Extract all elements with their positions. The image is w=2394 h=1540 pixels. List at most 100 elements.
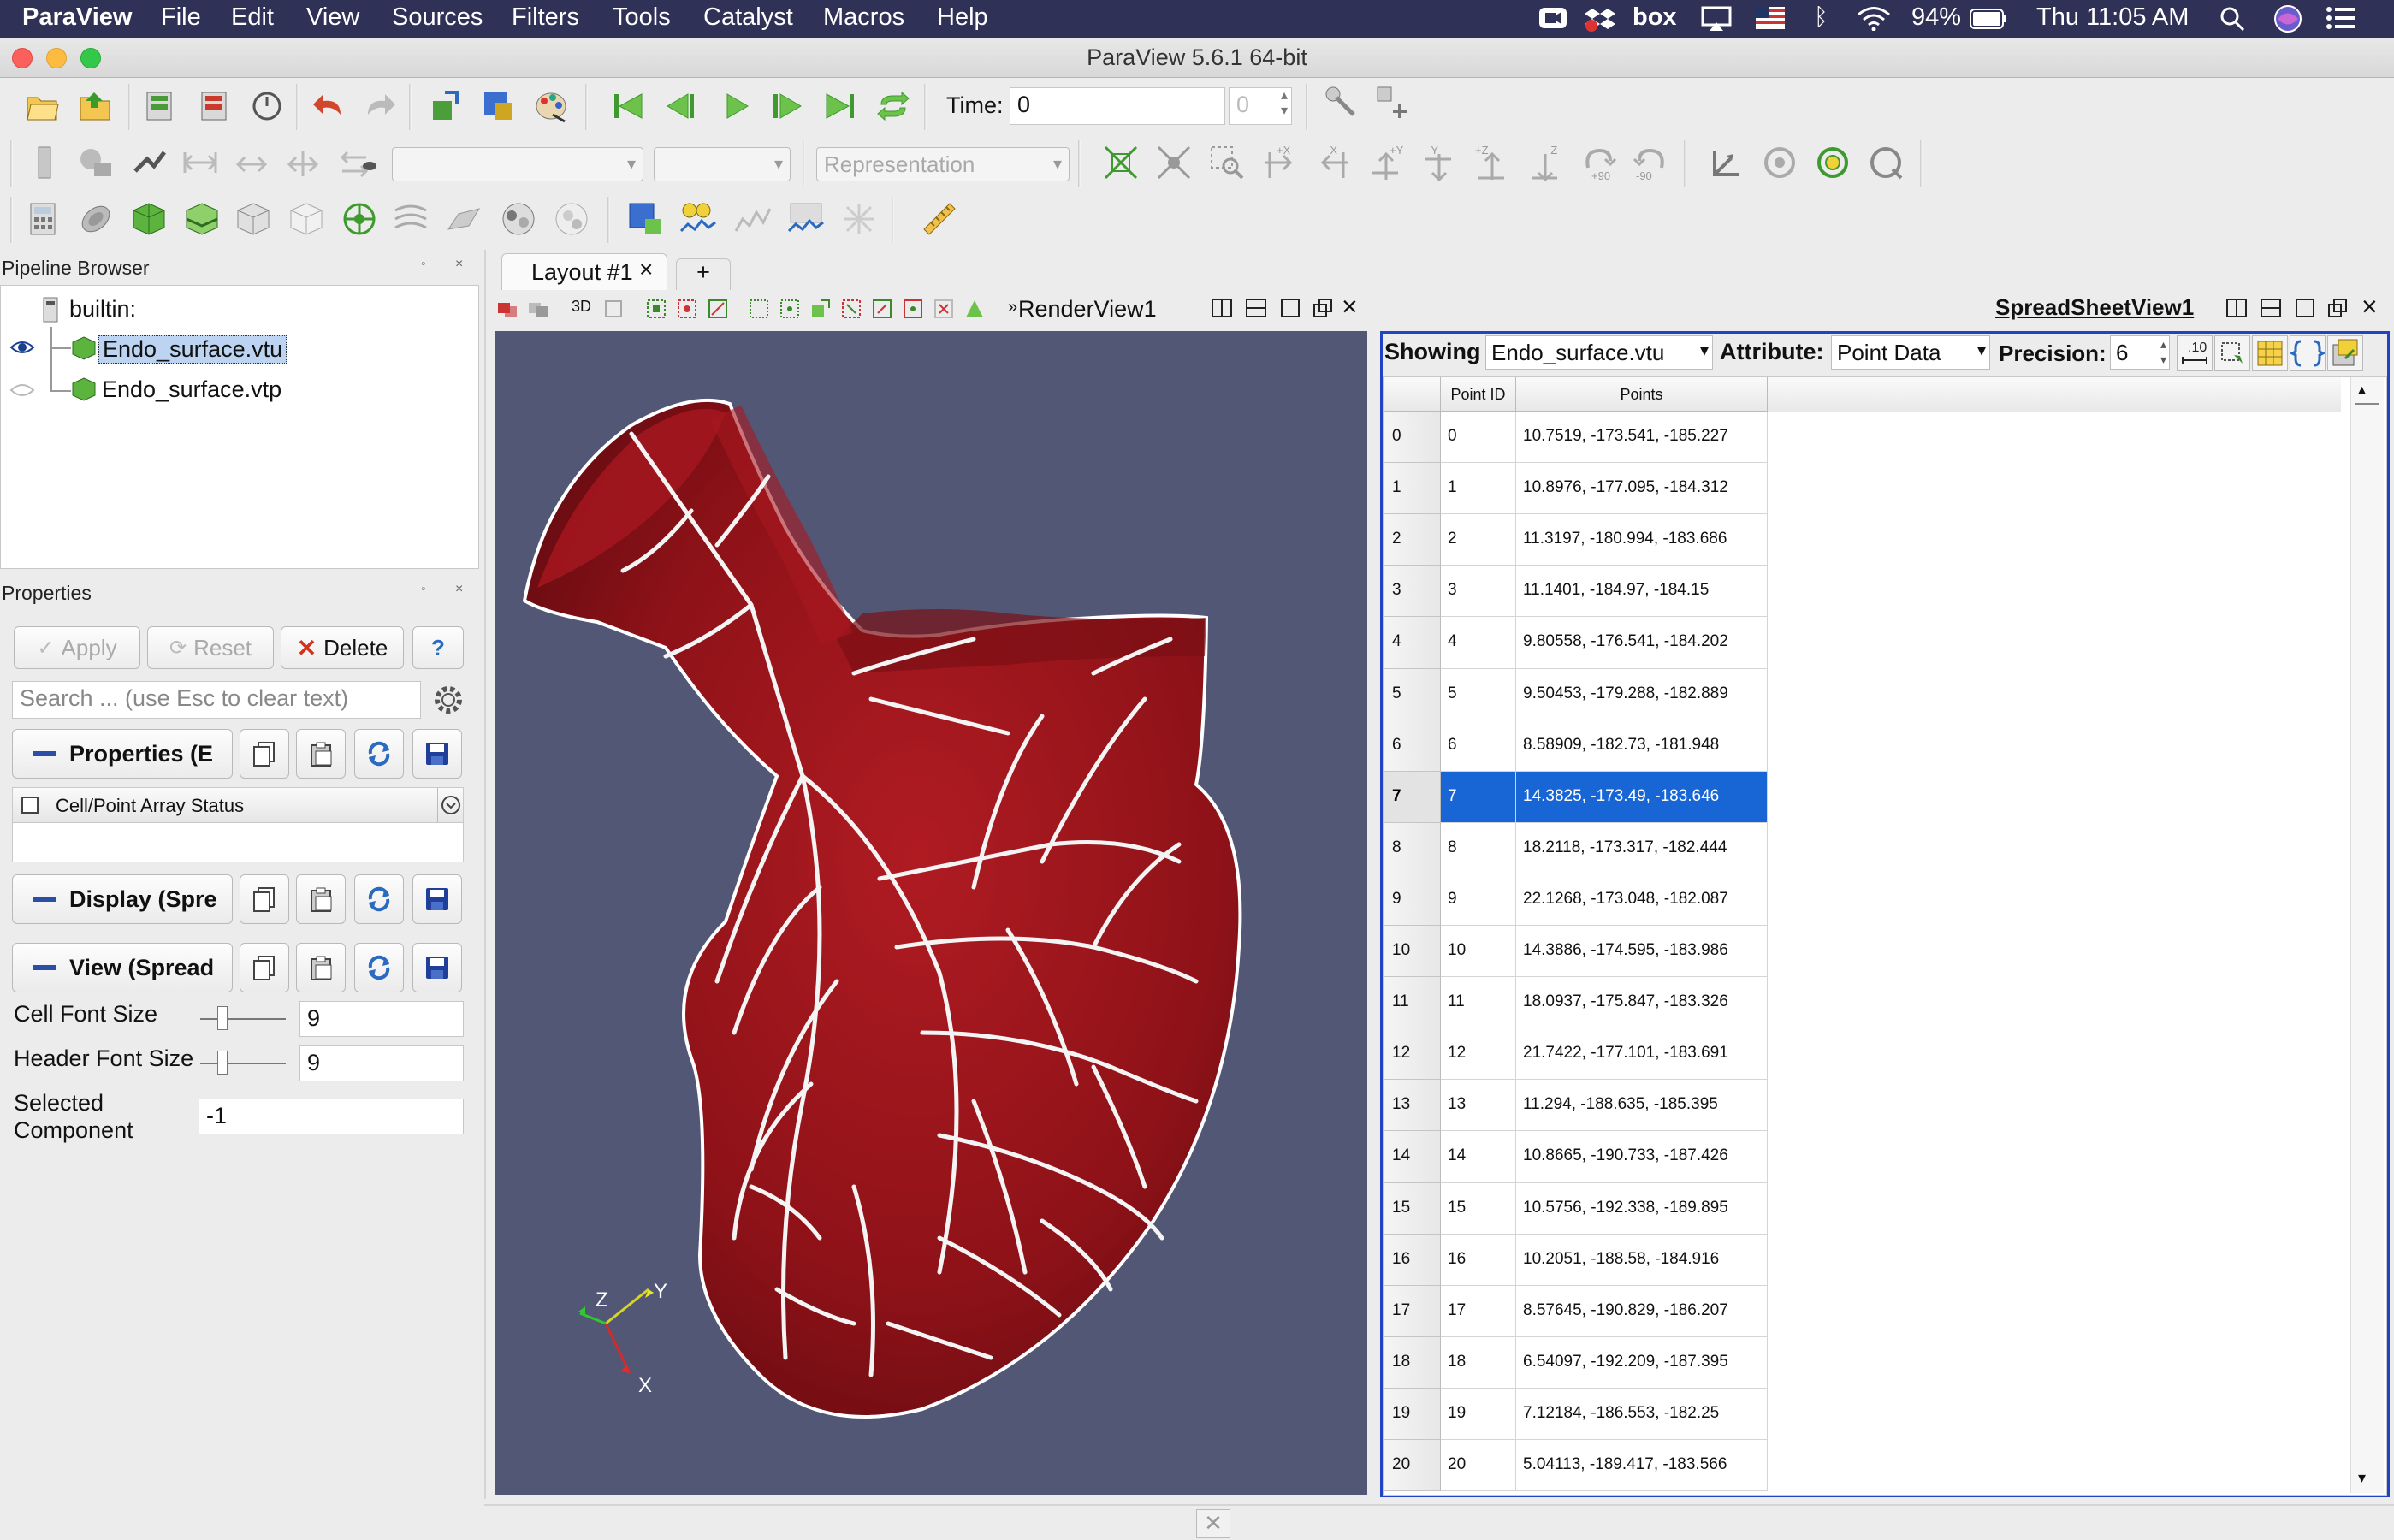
cell-points[interactable]: 22.1268, -173.048, -182.087 bbox=[1516, 874, 1768, 926]
zoom-to-box-icon[interactable] bbox=[1206, 142, 1247, 183]
cell-point-id[interactable]: 19 bbox=[1441, 1389, 1516, 1440]
select-cells-on-icon[interactable] bbox=[645, 298, 667, 324]
auto-apply-icon[interactable] bbox=[246, 86, 287, 127]
header-font-size-slider-handle[interactable] bbox=[217, 1051, 228, 1075]
view-plus-y-icon[interactable]: +Y bbox=[1366, 142, 1407, 183]
row-header[interactable]: 18 bbox=[1384, 1337, 1441, 1389]
menu-help[interactable]: Help bbox=[937, 3, 988, 32]
plot-over-line-icon[interactable] bbox=[678, 198, 719, 240]
dropbox-icon[interactable] bbox=[1585, 5, 1615, 39]
cell-points[interactable]: 11.294, -188.635, -185.395 bbox=[1516, 1080, 1768, 1131]
view-section-header[interactable]: View (Spread bbox=[12, 943, 233, 992]
plot-data-icon[interactable] bbox=[732, 198, 773, 240]
save-defaults-icon[interactable] bbox=[412, 729, 462, 779]
extract-level-icon[interactable] bbox=[551, 198, 592, 240]
split-horizontal-icon[interactable] bbox=[1210, 296, 1234, 324]
cell-font-size-slider-handle[interactable] bbox=[217, 1006, 228, 1030]
row-header[interactable]: 6 bbox=[1384, 720, 1441, 772]
cell-points[interactable]: 8.58909, -182.73, -181.948 bbox=[1516, 720, 1768, 772]
view-minus-z-icon[interactable]: -Z bbox=[1525, 142, 1566, 183]
cell-point-id[interactable]: 20 bbox=[1441, 1440, 1516, 1491]
row-header[interactable]: 5 bbox=[1384, 669, 1441, 720]
properties-search-input[interactable]: Search ... (use Esc to clear text) bbox=[12, 681, 421, 719]
box-app-label[interactable]: box bbox=[1633, 3, 1677, 32]
column-header-points[interactable]: Points bbox=[1516, 377, 1768, 412]
spotlight-search-icon[interactable] bbox=[2219, 5, 2246, 39]
histogram-icon[interactable] bbox=[785, 198, 827, 240]
rescale-custom-icon[interactable] bbox=[180, 142, 221, 183]
show-center-icon[interactable] bbox=[1706, 142, 1747, 183]
last-frame-icon[interactable] bbox=[820, 86, 861, 127]
row-header[interactable]: 8 bbox=[1384, 823, 1441, 874]
toggle-column-visibility-icon[interactable] bbox=[2252, 335, 2288, 371]
cell-points[interactable]: 10.7519, -173.541, -185.227 bbox=[1516, 412, 1768, 463]
select-block-icon[interactable] bbox=[809, 298, 832, 324]
cell-point-id[interactable]: 12 bbox=[1441, 1028, 1516, 1080]
copy-properties-icon[interactable] bbox=[240, 729, 289, 779]
row-header[interactable]: 14 bbox=[1384, 1131, 1441, 1183]
connect-server-icon[interactable] bbox=[139, 86, 180, 127]
reset-button[interactable]: ⟳ Reset bbox=[147, 626, 274, 669]
show-only-selected-icon[interactable] bbox=[2214, 335, 2250, 371]
previous-frame-icon[interactable] bbox=[661, 86, 702, 127]
row-header[interactable]: 3 bbox=[1384, 566, 1441, 617]
paste-view-icon[interactable] bbox=[296, 943, 346, 992]
export-spreadsheet-icon[interactable] bbox=[2327, 335, 2363, 371]
reset-center-icon[interactable] bbox=[1759, 142, 1800, 183]
siri-icon[interactable] bbox=[2273, 4, 2302, 40]
cell-points[interactable]: 14.3825, -173.49, -183.646 bbox=[1516, 772, 1768, 823]
close-spreadsheet-view-icon[interactable]: × bbox=[2361, 291, 2378, 323]
properties-float-icon[interactable]: ◦ bbox=[421, 582, 426, 597]
scrollbar-thumb[interactable] bbox=[2355, 403, 2379, 413]
copy-view-icon[interactable] bbox=[240, 943, 289, 992]
pipeline-root-label[interactable]: builtin: bbox=[69, 296, 136, 323]
next-frame-icon[interactable] bbox=[767, 86, 808, 127]
query-data-icon[interactable] bbox=[1321, 82, 1362, 123]
row-header[interactable]: 0 bbox=[1384, 412, 1441, 463]
cell-points[interactable]: 10.8665, -190.733, -187.426 bbox=[1516, 1131, 1768, 1183]
save-view-icon[interactable] bbox=[412, 943, 462, 992]
cell-point-id[interactable]: 14 bbox=[1441, 1131, 1516, 1183]
help-button[interactable]: ? bbox=[412, 626, 464, 669]
edit-colormap-icon[interactable] bbox=[75, 142, 116, 183]
menu-view[interactable]: View bbox=[306, 3, 359, 32]
pipeline-item-vtp[interactable]: Endo_surface.vtp bbox=[102, 376, 281, 403]
showing-source-select[interactable]: Endo_surface.vtu ▾ bbox=[1485, 335, 1713, 370]
row-header[interactable]: 7 bbox=[1384, 772, 1441, 823]
rescale-visible-icon[interactable] bbox=[231, 142, 272, 183]
rescale-visible-region-icon[interactable] bbox=[337, 142, 378, 183]
row-header[interactable]: 15 bbox=[1384, 1183, 1441, 1235]
visibility-eye-closed-icon[interactable] bbox=[9, 382, 35, 403]
close-tab-icon[interactable]: × bbox=[639, 256, 653, 283]
cell-point-id[interactable]: 8 bbox=[1441, 823, 1516, 874]
reset-view-icon[interactable] bbox=[354, 943, 404, 992]
spin-arrows-icon[interactable]: ▴ ▾ bbox=[2160, 336, 2166, 367]
cell-point-id[interactable]: 17 bbox=[1441, 1286, 1516, 1337]
time-input[interactable]: 0 bbox=[1010, 87, 1225, 125]
cell-points[interactable]: 10.2051, -188.58, -184.916 bbox=[1516, 1235, 1768, 1286]
slice-icon[interactable] bbox=[181, 198, 222, 240]
cell-point-id[interactable]: 11 bbox=[1441, 977, 1516, 1028]
interactive-select-cells-icon[interactable] bbox=[840, 298, 862, 324]
extract-subset-icon[interactable] bbox=[286, 198, 327, 240]
group-datasets-icon[interactable] bbox=[498, 198, 539, 240]
cell-points[interactable]: 8.57645, -190.829, -186.207 bbox=[1516, 1286, 1768, 1337]
menu-catalyst[interactable]: Catalyst bbox=[703, 3, 793, 32]
split-horizontal-icon[interactable] bbox=[2225, 296, 2249, 324]
cell-point-id[interactable]: 16 bbox=[1441, 1235, 1516, 1286]
probe-location-icon[interactable] bbox=[838, 198, 880, 240]
view-plus-x-icon[interactable]: +X bbox=[1259, 142, 1301, 183]
notification-center-icon[interactable] bbox=[2326, 5, 2356, 38]
select-points-on-icon[interactable] bbox=[625, 198, 666, 240]
capture-screenshot-icon[interactable] bbox=[496, 298, 519, 324]
header-font-size-slider[interactable] bbox=[200, 1063, 286, 1064]
clear-selection-icon[interactable] bbox=[963, 298, 986, 324]
pop-out-view-icon[interactable] bbox=[2326, 296, 2350, 324]
color-palette-icon[interactable] bbox=[530, 86, 572, 127]
color-legend-icon[interactable] bbox=[24, 142, 65, 183]
row-header[interactable]: 20 bbox=[1384, 1440, 1441, 1491]
row-header[interactable]: 12 bbox=[1384, 1028, 1441, 1080]
menu-edit[interactable]: Edit bbox=[231, 3, 274, 32]
cell-point-id[interactable]: 18 bbox=[1441, 1337, 1516, 1389]
cell-points[interactable]: 7.12184, -186.553, -182.25 bbox=[1516, 1389, 1768, 1440]
